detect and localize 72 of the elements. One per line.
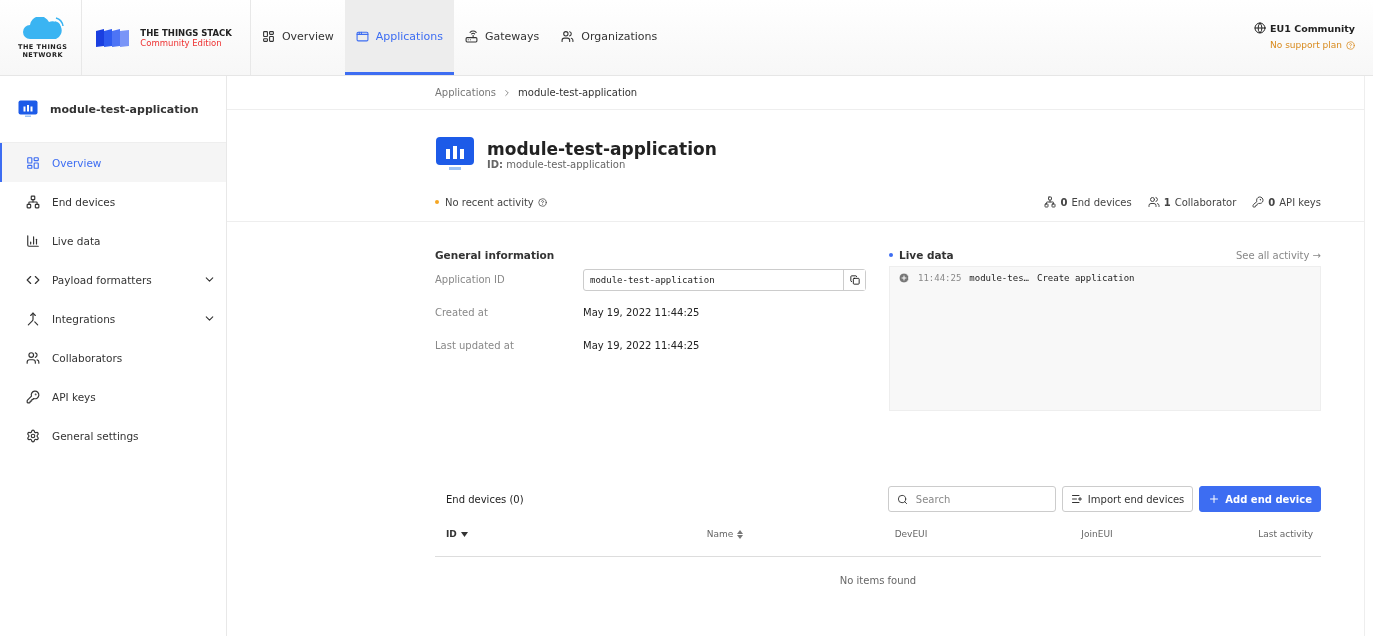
help-icon [1346, 40, 1355, 50]
help-icon [537, 197, 547, 207]
key-icon [26, 389, 40, 404]
import-button[interactable]: Import end devices [1061, 486, 1194, 512]
status-dot [435, 200, 439, 204]
nav-tab[interactable]: Organizations [550, 0, 669, 75]
plus-icon [1208, 493, 1221, 505]
nav-tab[interactable]: Gateways [453, 0, 551, 75]
column-header[interactable]: DevEUI [894, 529, 928, 539]
sidebar-item[interactable]: Collaborators [0, 338, 226, 377]
table-title: End devices (0) [446, 493, 524, 505]
field-label: Application ID [435, 274, 506, 285]
search-field[interactable]: Search [887, 486, 1056, 512]
event-name: Create application [1036, 273, 1135, 283]
app-icon [18, 99, 38, 119]
live-dot [889, 253, 893, 257]
create-event-icon [898, 272, 910, 284]
app-id-field[interactable]: module-test-application [583, 268, 866, 291]
stat-link[interactable]: 0 API keys [1252, 196, 1321, 208]
edition-label: Community Edition [140, 37, 223, 48]
see-all-link[interactable]: See all activity → [1235, 249, 1321, 261]
stat-link[interactable]: 1 Collaborator [1147, 196, 1237, 208]
router-icon [464, 29, 478, 43]
copy-button[interactable] [843, 269, 865, 290]
sidebar-item[interactable]: API keys [0, 377, 226, 416]
field-label: Last updated at [435, 340, 515, 351]
section-title: Live data [899, 249, 954, 261]
globe-icon [1254, 22, 1267, 34]
sidebar-item[interactable]: Live data [0, 221, 226, 260]
people-icon [1147, 196, 1160, 208]
window-icon [355, 29, 369, 43]
sidebar-title: module-test-application [50, 102, 199, 116]
field-label: Created at [435, 307, 489, 318]
dashboard-icon [26, 155, 40, 170]
sidebar-item[interactable]: Overview [0, 143, 226, 182]
people-icon [26, 350, 40, 365]
nav-tab[interactable]: Overview [250, 0, 345, 75]
search-icon [896, 493, 908, 505]
column-header[interactable]: Last activity [1258, 529, 1313, 539]
sidebar-item[interactable]: Payload formatters [0, 260, 226, 299]
network-icon [26, 194, 40, 209]
network-icon [1044, 196, 1057, 208]
column-header[interactable]: ID [446, 529, 468, 539]
column-header[interactable]: JoinEUI [1081, 529, 1113, 539]
app-id-label: ID: module-test-application [487, 158, 626, 170]
sidebar-item[interactable]: Integrations [0, 299, 226, 338]
settings-icon [26, 428, 40, 443]
sidebar-item[interactable]: General settings [0, 416, 226, 455]
event-time: 11:44:25 [918, 273, 962, 283]
chart-icon [26, 233, 40, 248]
page-title: module-test-application [487, 138, 717, 159]
cluster-label[interactable]: EU1 Community [1254, 22, 1355, 34]
product-name: THE THINGS STACK [140, 27, 232, 38]
breadcrumb-link[interactable]: Applications [435, 87, 497, 98]
sidebar-item[interactable]: End devices [0, 182, 226, 221]
nav-tab[interactable]: Applications [344, 0, 454, 75]
column-header[interactable]: Name [706, 529, 744, 539]
list-add-icon [1070, 493, 1083, 505]
stat-link[interactable]: 0 End devices [1044, 196, 1132, 208]
copy-icon [849, 274, 860, 285]
field-value: May 19, 2022 11:44:25 [583, 307, 700, 318]
merge-icon [26, 311, 40, 326]
empty-message: No items found [839, 575, 917, 586]
field-value: May 19, 2022 11:44:25 [583, 340, 700, 351]
dashboard-icon [261, 29, 275, 43]
event-entity: module-tes… [969, 273, 1029, 283]
breadcrumb-current: module-test-application [518, 87, 638, 98]
key-icon [1252, 196, 1265, 208]
add-device-button[interactable]: Add end device [1199, 486, 1321, 512]
people-icon [561, 29, 575, 43]
section-title: General information [435, 248, 556, 263]
activity-status: No recent activity [445, 196, 534, 208]
